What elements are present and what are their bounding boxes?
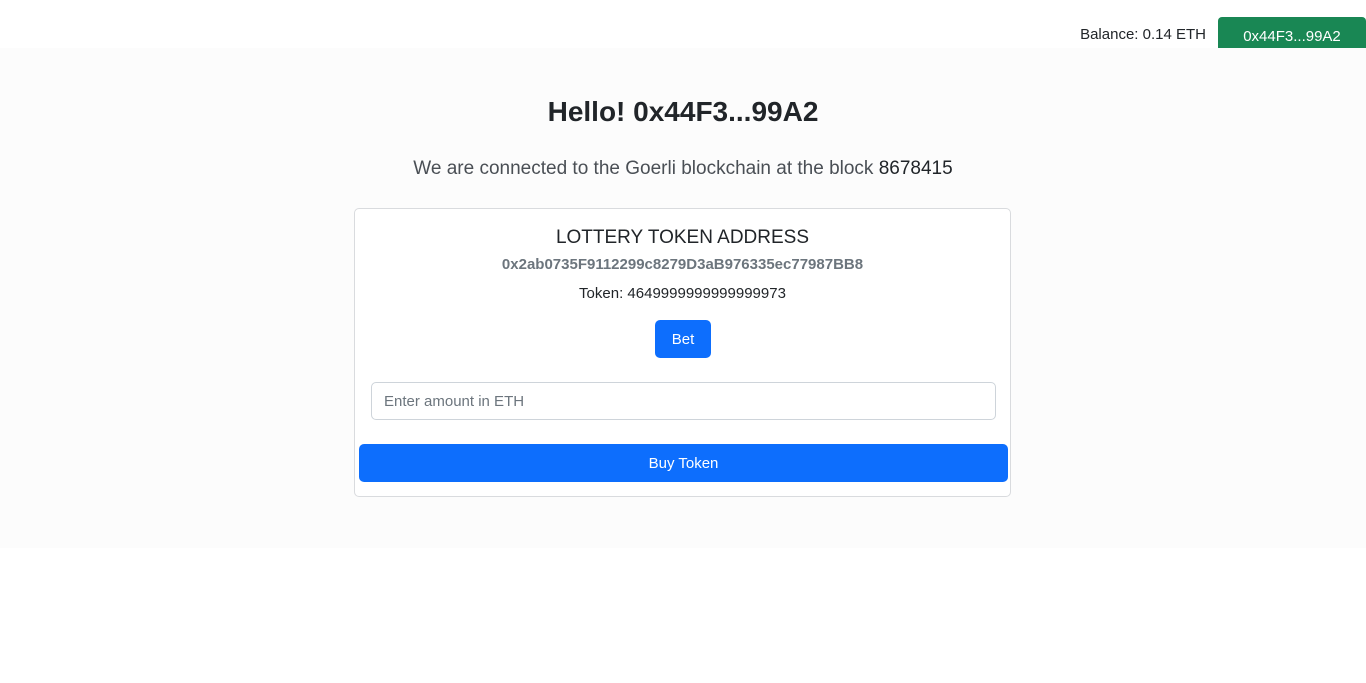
eth-amount-input[interactable] xyxy=(371,382,996,420)
lottery-card: LOTTERY TOKEN ADDRESS 0x2ab0735F9112299c… xyxy=(354,208,1011,497)
connection-text: We are connected to the Goerli blockchai… xyxy=(413,158,874,179)
balance-label: Balance: xyxy=(1080,26,1139,43)
greeting-prefix: Hello! xyxy=(547,96,626,127)
token-label: Token: xyxy=(579,285,624,302)
main-section: Hello! 0x44F3...99A2 We are connected to… xyxy=(0,48,1366,548)
block-number: 8678415 xyxy=(878,158,953,179)
top-navbar: Balance: 0.14 ETH 0x44F3...99A2 xyxy=(0,0,1366,54)
greeting-address: 0x44F3...99A2 xyxy=(633,96,819,127)
token-contract-address: 0x2ab0735F9112299c8279D3aB976335ec77987B… xyxy=(501,256,864,273)
token-value: 4649999999999999973 xyxy=(627,285,786,302)
balance-display: Balance: 0.14 ETH xyxy=(1080,26,1206,43)
bet-button[interactable]: Bet xyxy=(655,320,711,358)
connection-status: We are connected to the Goerli blockchai… xyxy=(0,158,1366,180)
token-balance: Token: 4649999999999999973 xyxy=(355,285,1010,302)
balance-value: 0.14 ETH xyxy=(1142,26,1206,43)
card-title: LOTTERY TOKEN ADDRESS xyxy=(555,227,810,248)
page-title: Hello! 0x44F3...99A2 xyxy=(0,96,1366,128)
buy-token-button[interactable]: Buy Token xyxy=(359,444,1008,482)
